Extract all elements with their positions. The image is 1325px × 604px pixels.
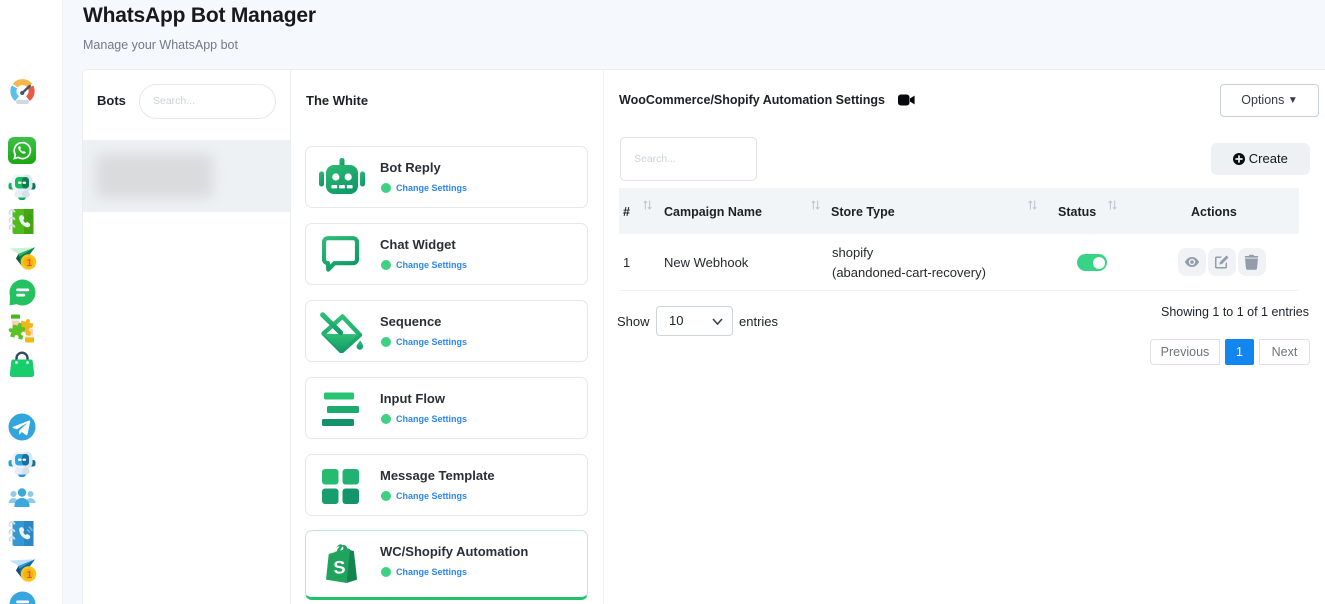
svg-text:1: 1 <box>26 569 32 581</box>
svg-text:S: S <box>333 557 346 578</box>
svg-text:1: 1 <box>26 257 32 269</box>
